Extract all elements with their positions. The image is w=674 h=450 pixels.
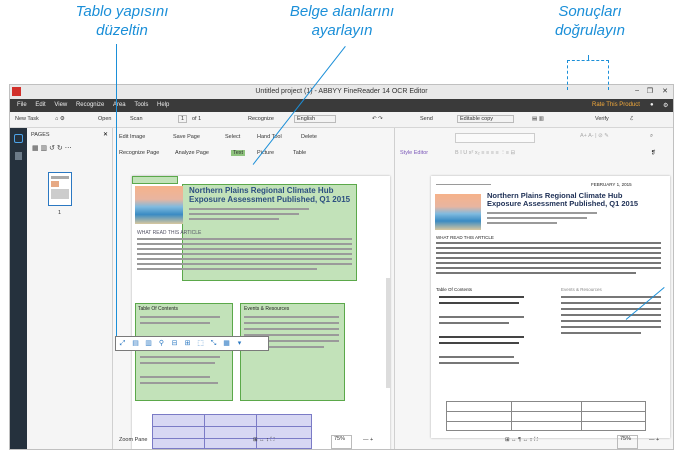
spell-check-icon[interactable]: ℰ [630, 116, 633, 122]
menu-area[interactable]: Area [113, 102, 126, 108]
table-flip-icon[interactable]: ⤡ [207, 340, 220, 348]
header-area[interactable] [132, 176, 178, 184]
section-heading: WHAT READ THIS ARTICLE [137, 230, 202, 236]
image-scrollbar[interactable] [386, 278, 391, 388]
scan-button[interactable]: Scan [130, 116, 143, 122]
view-layout-icon[interactable]: ▤ ▥ [532, 116, 544, 122]
table-split-icon[interactable]: ⊟ [168, 339, 181, 347]
copy-mode-select[interactable]: Editable copy [457, 115, 515, 123]
pages-panel-title: PAGES [31, 132, 50, 138]
doc-nav-icon[interactable] [15, 152, 22, 160]
text-area-button[interactable]: Text [231, 150, 246, 156]
table-merge-icon[interactable]: ⊞ [181, 339, 194, 347]
table-area-button[interactable]: Table [293, 150, 306, 156]
recognize-page-button[interactable]: Recognize Page [119, 150, 159, 156]
language-select[interactable]: English [294, 115, 337, 123]
settings-icon[interactable]: ⚙ [663, 102, 668, 109]
open-button[interactable]: Open [98, 116, 111, 122]
menu-view[interactable]: View [54, 102, 67, 108]
table-area[interactable] [152, 414, 312, 449]
save-page-button[interactable]: Save Page [173, 134, 200, 140]
menu-edit[interactable]: Edit [35, 102, 45, 108]
menu-bar: File Edit View Recognize Area Tools Help… [10, 99, 673, 112]
callout-line-fix-layout [116, 44, 117, 336]
format-icons[interactable]: B I U x² x₂ ≡ ≡ ≡ ≡ ⋮≡ ⊟ [455, 150, 515, 156]
send-button[interactable]: Send [420, 116, 433, 122]
area-select-icon[interactable]: ⤢ [116, 340, 129, 348]
verify-button[interactable]: Verify [595, 116, 609, 122]
menu-help[interactable]: Help [157, 102, 169, 108]
minimize-button[interactable]: – [635, 87, 639, 94]
image-pane: Edit Image Save Page Select Hand Tool De… [113, 128, 395, 449]
page-count-label: of 1 [192, 116, 202, 122]
date-label: FEBRUARY 1, 2015 [591, 182, 632, 187]
toc-area[interactable] [135, 303, 233, 401]
pages-nav-icon[interactable] [14, 134, 23, 143]
page-number-field[interactable]: 1 [178, 115, 188, 123]
text-heading: Northern Plains Regional Climate Hub Exp… [487, 191, 639, 208]
analyze-page-button[interactable]: Analyze Page [175, 150, 209, 156]
maximize-button[interactable]: ❐ [647, 87, 653, 95]
beach-picture-text [435, 194, 481, 230]
resources-area[interactable] [240, 303, 345, 401]
table-analyze-icon[interactable]: ⚲ [155, 339, 168, 347]
close-button[interactable]: ✕ [662, 87, 668, 95]
font-select[interactable] [455, 133, 535, 143]
zoom-pane-button[interactable]: Zoom Pane [119, 437, 147, 449]
table-rows-icon[interactable]: ▤ [129, 339, 142, 347]
hand-tool-button[interactable]: Hand Tool [257, 134, 282, 140]
caption-fix-layout: Tablo yapısını düzeltin [75, 3, 169, 39]
edit-image-button[interactable]: Edit Image [119, 134, 145, 140]
zoom-controls-icon[interactable]: ⊞ ↔ ↕ ⛶ [253, 437, 274, 449]
home-icon[interactable]: ⌂ ⚙ [55, 116, 65, 122]
table-clear-icon[interactable]: ⬚ [194, 339, 207, 347]
menu-tools[interactable]: Tools [134, 102, 148, 108]
delete-area-button[interactable]: Delete [301, 134, 317, 140]
text-zoom-slider-icon[interactable]: — + [649, 437, 659, 449]
app-window: Untitled project (1) - ABBYY FineReader … [9, 84, 674, 450]
area-properties-toolbar[interactable]: ⤢ ▤ ▥ ⚲ ⊟ ⊞ ⬚ ⤡ ▦ ▾ [115, 336, 269, 351]
menu-file[interactable]: File [17, 102, 27, 108]
document-heading: Northern Plains Regional Climate Hub Exp… [189, 186, 351, 204]
pages-panel: PAGES ✕ ▦ ▥ ↺ ↻ ⋯ 1 [27, 128, 113, 449]
style-editor-button[interactable]: Style Editor [400, 150, 428, 156]
menu-recognize[interactable]: Recognize [76, 102, 104, 108]
text-page: FEBRUARY 1, 2015 Northern Plains Regiona… [431, 176, 670, 438]
zoom-slider-icon[interactable]: — + [363, 437, 373, 449]
text-table [446, 401, 646, 431]
page-image: Northern Plains Regional Climate Hub Exp… [132, 176, 390, 449]
more-options-icon[interactable]: ▾ [233, 339, 246, 347]
text-section-heading: WHAT READ THIS ARTICLE [436, 235, 494, 240]
page-thumbnail[interactable] [48, 172, 72, 206]
text-pane: A+ A- | ⊘ ✎ ⌕ Style Editor B I U x² x₂ ≡… [395, 128, 673, 449]
page-thumbnail-label: 1 [58, 210, 62, 216]
new-task-button[interactable]: New Task [15, 116, 39, 122]
main-toolbar: New Task ⌂ ⚙ Open Scan 1 of 1 Recognize … [10, 112, 673, 128]
left-nav-strip [10, 128, 27, 449]
beach-picture[interactable] [135, 186, 183, 224]
table-menu-icon[interactable]: ▦ [220, 339, 233, 347]
table-cols-icon[interactable]: ▥ [142, 339, 155, 347]
text-resources-heading: Events & Resources [561, 287, 602, 292]
rate-product-link[interactable]: Rate This Product [592, 102, 640, 108]
undo-redo-icon[interactable]: ↶ ↷ [372, 116, 383, 122]
resources-heading: Events & Resources [244, 306, 290, 312]
close-pages-icon[interactable]: ✕ [103, 131, 108, 138]
callout-bracket-verify [567, 60, 609, 90]
notification-icon[interactable]: ● [650, 102, 654, 108]
zoom-select[interactable]: 75% [331, 435, 353, 449]
toc-heading: Table Of Contents [138, 306, 179, 312]
paragraph-icon[interactable]: ❡ [651, 150, 656, 156]
search-icon[interactable]: ⌕ [650, 133, 653, 140]
caption-verify-results: Sonuçları doğrulayın [554, 3, 626, 39]
font-size-icon[interactable]: A+ A- | ⊘ ✎ [580, 133, 609, 139]
text-view-controls-icon[interactable]: ⊞ ↔ ¶ ↔ ↕ ⛶ [505, 437, 538, 449]
recognize-button[interactable]: Recognize [248, 116, 274, 122]
text-zoom-select[interactable]: 75% [617, 435, 639, 449]
page-actions-icon[interactable]: ▦ ▥ ↺ ↻ ⋯ [32, 144, 72, 152]
text-toc-heading: Table Of Contents [436, 287, 473, 292]
select-tool-button[interactable]: Select [225, 134, 240, 140]
caption-adjust-areas: Belge alanlarını ayarlayın [289, 3, 395, 39]
callout-line-verify-bracket [588, 55, 589, 61]
